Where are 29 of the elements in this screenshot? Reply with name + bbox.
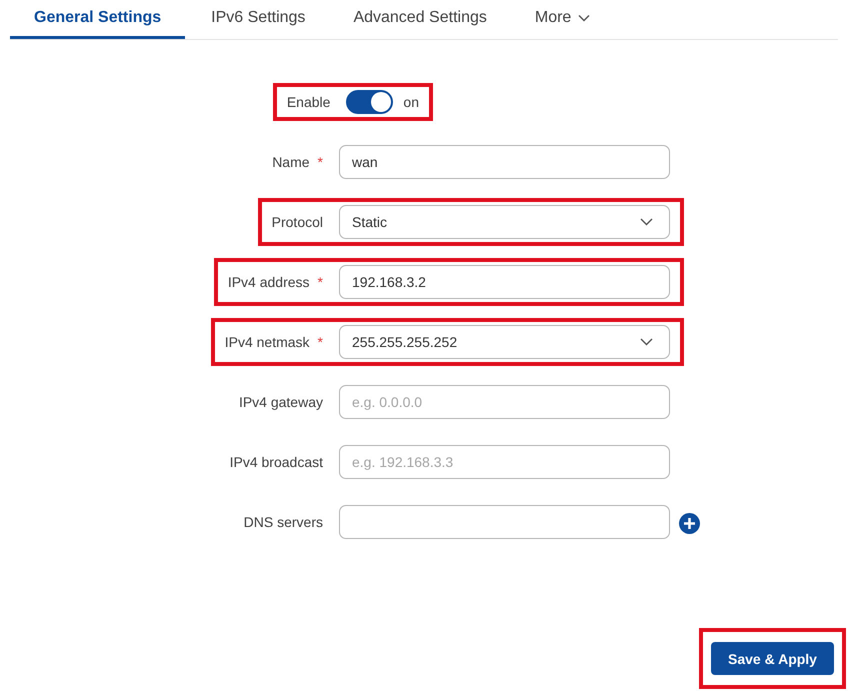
input-field[interactable]: e.g. 0.0.0.0 <box>339 385 670 419</box>
field-label: Enable <box>286 94 330 110</box>
field-label: IPv4 broadcast <box>230 454 323 470</box>
caret-icon <box>578 14 590 22</box>
save-apply-button[interactable]: Save & Apply <box>711 642 834 675</box>
select-field[interactable]: 255.255.255.252 <box>339 325 670 359</box>
toggle-state-text: on <box>403 94 419 110</box>
tab[interactable]: Advanced Settings <box>329 0 511 39</box>
required-asterisk: * <box>318 154 323 170</box>
required-asterisk: * <box>318 334 323 350</box>
field-label: IPv4 gateway <box>238 394 323 410</box>
input-field[interactable] <box>339 505 670 539</box>
chevron-down-icon <box>640 218 653 226</box>
field-label: IPv4 address <box>228 274 310 290</box>
select-field[interactable]: Static <box>339 205 670 239</box>
field-label: Name <box>272 154 310 170</box>
field-label: Protocol <box>272 214 323 230</box>
more-dropdown[interactable]: More <box>510 0 614 39</box>
input-field[interactable]: e.g. 192.168.3.3 <box>339 445 670 479</box>
add-icon[interactable] <box>679 513 700 534</box>
tab[interactable]: General Settings <box>10 0 186 39</box>
field-label: DNS servers <box>244 514 323 530</box>
input-field[interactable]: 192.168.3.2 <box>339 265 670 299</box>
field-label: IPv4 netmask <box>224 334 310 350</box>
chevron-down-icon <box>640 338 653 346</box>
required-asterisk: * <box>318 274 323 290</box>
tab[interactable]: IPv6 Settings <box>187 0 330 39</box>
toggle-switch[interactable] <box>346 90 394 114</box>
input-field[interactable]: wan <box>339 145 670 179</box>
